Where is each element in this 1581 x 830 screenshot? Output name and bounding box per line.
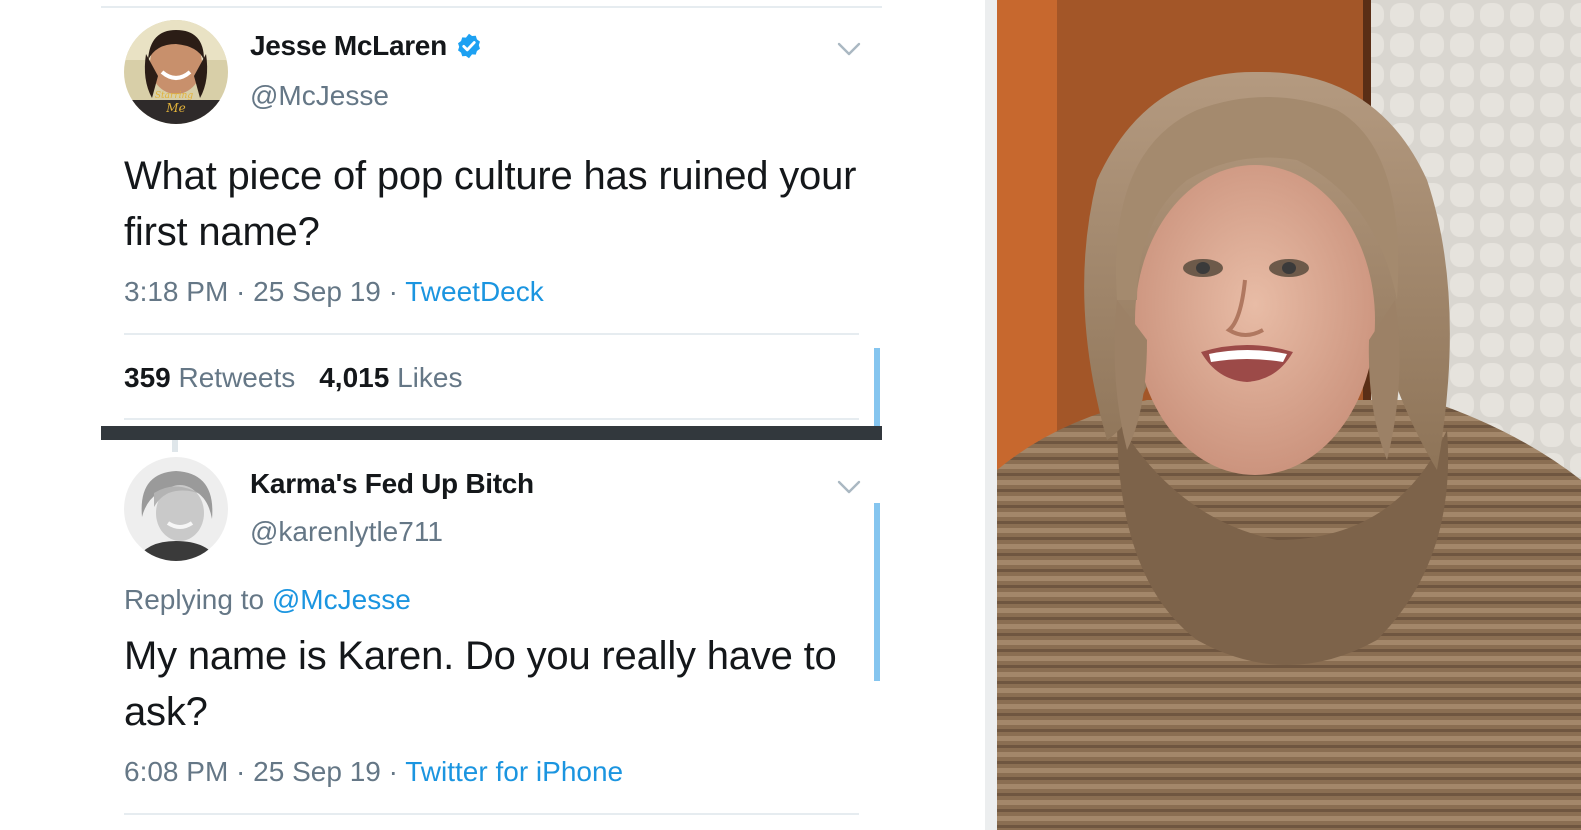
character-photo <box>997 0 1581 830</box>
avatar[interactable] <box>124 457 228 561</box>
author-row: Karma's Fed Up Bitch <box>250 468 534 500</box>
retweets-count-link[interactable]: 359 Retweets <box>124 362 295 394</box>
tweet-text: What piece of pop culture has ruined you… <box>124 154 857 254</box>
meta-separator: · <box>228 756 254 787</box>
author-row: Jesse McLaren <box>250 30 483 62</box>
replying-label: Replying to <box>124 584 265 615</box>
replying-to-handle-link[interactable]: @McJesse <box>272 584 411 615</box>
user-handle[interactable]: @McJesse <box>250 80 389 112</box>
reply-tweet[interactable]: Karma's Fed Up Bitch @karenlytle711 Repl… <box>101 440 882 830</box>
display-name[interactable]: Karma's Fed Up Bitch <box>250 468 534 500</box>
divider <box>124 813 859 815</box>
divider <box>124 333 859 335</box>
thread-divider <box>101 426 882 440</box>
meta-separator: · <box>380 276 406 307</box>
avatar-caption-line1: Starring <box>155 91 193 101</box>
user-handle[interactable]: @karenlytle711 <box>250 516 443 548</box>
likes-count-link[interactable]: 4,015 Likes <box>319 362 462 394</box>
tweet-source-link[interactable]: Twitter for iPhone <box>405 756 623 787</box>
avatar-image <box>124 457 228 561</box>
tweet-meta: 6:08 PM · 25 Sep 19 · Twitter for iPhone <box>124 756 623 788</box>
divider <box>124 418 859 420</box>
original-tweet[interactable]: Starring Me Jesse McLaren @McJesse What … <box>101 10 882 426</box>
panel-gutter <box>985 0 997 830</box>
top-divider <box>101 6 882 8</box>
chevron-down-icon[interactable] <box>837 480 861 494</box>
meta-separator: · <box>228 276 254 307</box>
thread-highlight-bar <box>874 348 880 426</box>
thread-highlight-bar <box>874 503 880 681</box>
chevron-down-icon[interactable] <box>837 42 861 56</box>
photo-image <box>997 0 1581 830</box>
likes-count: 4,015 <box>319 362 390 393</box>
tweet-source-link[interactable]: TweetDeck <box>405 276 544 307</box>
meta-separator: · <box>380 756 406 787</box>
tweet-screenshot-panel: Starring Me Jesse McLaren @McJesse What … <box>0 0 985 830</box>
verified-badge-icon <box>457 33 480 59</box>
tweet-meta: 3:18 PM · 25 Sep 19 · TweetDeck <box>124 276 544 308</box>
tweet-time[interactable]: 6:08 PM <box>124 756 228 787</box>
tweet-date[interactable]: 25 Sep 19 <box>253 276 381 307</box>
display-name[interactable]: Jesse McLaren <box>250 30 447 62</box>
replying-to: Replying to @McJesse <box>124 584 411 616</box>
tweet-time[interactable]: 3:18 PM <box>124 276 228 307</box>
avatar-image: Starring Me <box>124 20 228 124</box>
avatar[interactable]: Starring Me <box>124 20 228 124</box>
tweet-date[interactable]: 25 Sep 19 <box>253 756 381 787</box>
likes-label: Likes <box>397 362 463 393</box>
engagement-stats: 359 Retweets 4,015 Likes <box>124 362 462 394</box>
tweet-text: My name is Karen. Do you really have to … <box>124 634 837 734</box>
avatar-caption-line2: Me <box>165 101 185 115</box>
retweets-label: Retweets <box>178 362 296 393</box>
retweets-count: 359 <box>124 362 171 393</box>
